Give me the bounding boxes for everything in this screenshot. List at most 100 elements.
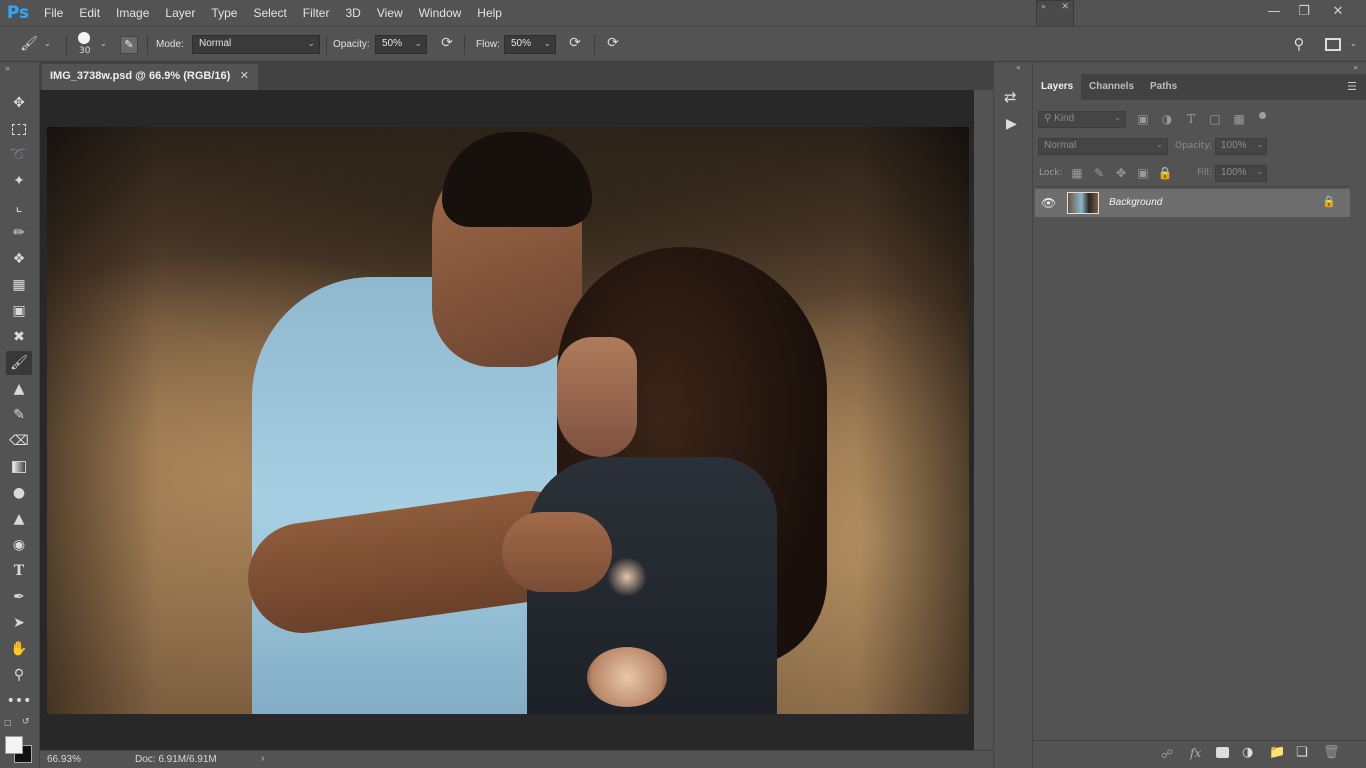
zoom-level[interactable]: 66.93% (47, 754, 81, 765)
layer-name[interactable]: Background (1109, 197, 1162, 208)
gradient-icon[interactable] (6, 455, 32, 479)
restore-icon[interactable]: ❐ (1288, 0, 1320, 22)
eyedropper-icon[interactable]: ✏ (6, 221, 32, 245)
subject-woman-face (557, 337, 637, 457)
default-colors-icon[interactable]: ▢ (4, 718, 12, 727)
layer-row[interactable]: 👁 Background 🔒 (1035, 189, 1350, 217)
pressure-size-icon[interactable]: ⟳ (603, 35, 623, 51)
divider (594, 35, 595, 55)
filter-shape-icon[interactable]: □ (1207, 112, 1223, 126)
frame-icon[interactable]: ▣ (6, 299, 32, 323)
vertical-scrollbar[interactable] (974, 90, 993, 750)
menu-window[interactable]: Window (411, 0, 470, 26)
zoom-icon[interactable]: ⚲ (6, 663, 32, 687)
pressure-opacity-icon[interactable]: ⟳ (437, 35, 457, 51)
menu-file[interactable]: File (36, 0, 71, 26)
status-menu-arrow-icon[interactable]: › (261, 753, 264, 764)
collapse-icon[interactable]: » (1041, 2, 1046, 11)
collapse-panel-icon[interactable]: » (1353, 63, 1358, 72)
opacity-field[interactable]: 50% ⌄ (375, 35, 427, 54)
fill-field[interactable]: 100% ⌄ (1215, 165, 1267, 182)
hand-icon[interactable]: ✋ (6, 637, 32, 661)
filter-type-icon[interactable]: T (1183, 112, 1199, 126)
lasso-icon[interactable]: ➰ (6, 143, 32, 167)
brush-settings-icon[interactable]: ✎ (120, 36, 138, 54)
content-aware-move-icon[interactable]: ✖ (6, 325, 32, 349)
menu-3d[interactable]: 3D (337, 0, 368, 26)
menu-layer[interactable]: Layer (157, 0, 203, 26)
document-tab[interactable]: IMG_3738w.psd @ 66.9% (RGB/16) ✕ (42, 64, 258, 90)
close-panel-icon[interactable]: ✕ (1061, 2, 1069, 12)
minimize-icon[interactable]: — (1258, 0, 1290, 22)
type-icon[interactable]: T (6, 559, 32, 583)
lock-icon[interactable]: 🔒 (1322, 195, 1336, 208)
eraser-icon[interactable]: ⌫ (6, 429, 32, 453)
marquee-icon[interactable] (6, 117, 32, 141)
brush-icon[interactable]: 🖌 (6, 351, 32, 375)
fx-icon[interactable]: fx (1190, 746, 1201, 760)
menu-filter[interactable]: Filter (295, 0, 338, 26)
link-layers-icon[interactable]: ☍ (1161, 747, 1173, 761)
patch-icon[interactable]: ▦ (6, 273, 32, 297)
brush-preset-icon[interactable]: 🖌 (18, 36, 40, 52)
eye-visibility-icon[interactable]: 👁 (1041, 196, 1056, 210)
lock-artboard-icon[interactable]: ▣ (1135, 166, 1151, 180)
menu-image[interactable]: Image (108, 0, 157, 26)
menu-view[interactable]: View (369, 0, 411, 26)
path-selection-icon[interactable]: ➤ (6, 611, 32, 635)
mode-select[interactable]: Normal ⌄ (192, 35, 320, 54)
filter-adjustment-icon[interactable]: ◑ (1159, 112, 1175, 126)
workspace-icon[interactable] (1325, 38, 1341, 51)
lock-all-icon[interactable]: 🔒 (1157, 166, 1173, 180)
clone-stamp-icon[interactable]: ▲ (6, 377, 32, 401)
magic-wand-icon[interactable]: ✦ (6, 169, 32, 193)
tab-paths[interactable]: Paths (1142, 74, 1185, 100)
new-adjustment-layer-icon[interactable]: ◑ (1242, 745, 1253, 760)
search-icon[interactable]: ⚲ (1288, 35, 1310, 53)
healing-brush-icon[interactable]: ❖ (6, 247, 32, 271)
collapse-dock-icon[interactable]: « (1016, 63, 1021, 72)
lock-image-icon[interactable]: ✎ (1091, 166, 1107, 180)
blend-mode-select[interactable]: Normal ⌄ (1038, 138, 1168, 155)
chevron-down-icon[interactable]: ⌄ (44, 39, 51, 48)
history-brush-icon[interactable]: ✎ (6, 403, 32, 427)
lock-position-icon[interactable]: ✥ (1113, 166, 1129, 180)
layer-opacity-field[interactable]: 100% ⌄ (1215, 138, 1267, 155)
tab-channels[interactable]: Channels (1081, 74, 1142, 100)
actions-panel-icon[interactable]: ▶ (1006, 116, 1017, 132)
menu-edit[interactable]: Edit (71, 0, 108, 26)
foreground-color-swatch[interactable] (5, 736, 23, 754)
close-tab-icon[interactable]: ✕ (240, 69, 249, 82)
add-mask-icon[interactable] (1216, 747, 1229, 758)
delete-layer-icon[interactable]: 🗑 (1323, 745, 1340, 760)
blur-icon[interactable]: ● (6, 481, 32, 505)
menu-help[interactable]: Help (469, 0, 510, 26)
panel-menu-icon[interactable]: ☰ (1347, 80, 1357, 93)
flow-field[interactable]: 50% ⌄ (504, 35, 556, 54)
move-icon[interactable]: ✥ (6, 91, 32, 115)
new-layer-icon[interactable]: ❏ (1296, 745, 1308, 760)
new-group-icon[interactable]: 📁 (1269, 745, 1285, 760)
airbrush-icon[interactable]: ⟳ (565, 35, 585, 51)
history-panel-icon[interactable]: ⇄ (1004, 88, 1017, 106)
filter-toggle-icon[interactable] (1259, 112, 1266, 119)
menu-type[interactable]: Type (203, 0, 245, 26)
collapse-toolbar-icon[interactable]: » (5, 64, 10, 73)
dodge-icon[interactable]: ◉ (6, 533, 32, 557)
sharpen-icon[interactable]: ▲ (6, 507, 32, 531)
canvas-image[interactable] (47, 127, 969, 714)
pen-icon[interactable]: ✒ (6, 585, 32, 609)
swap-colors-icon[interactable]: ↺ (22, 717, 30, 727)
lock-transparent-icon[interactable]: ▦ (1069, 166, 1085, 180)
filter-kind-select[interactable]: ⚲ Kind ⌄ (1038, 111, 1126, 128)
tab-layers[interactable]: Layers (1033, 74, 1082, 100)
filter-smart-object-icon[interactable]: ▦ (1231, 112, 1247, 126)
crop-icon[interactable]: ⌞ (6, 195, 32, 219)
brush-tip-icon[interactable] (78, 32, 90, 44)
more-tools-icon[interactable]: ••• (6, 689, 32, 713)
menu-select[interactable]: Select (245, 0, 294, 26)
filter-pixel-icon[interactable]: ▣ (1135, 112, 1151, 126)
workspace-chevron-icon[interactable]: ⌄ (1350, 39, 1357, 48)
close-window-icon[interactable]: ✕ (1322, 0, 1354, 22)
brush-size-chevron-icon[interactable]: ⌄ (100, 39, 107, 48)
